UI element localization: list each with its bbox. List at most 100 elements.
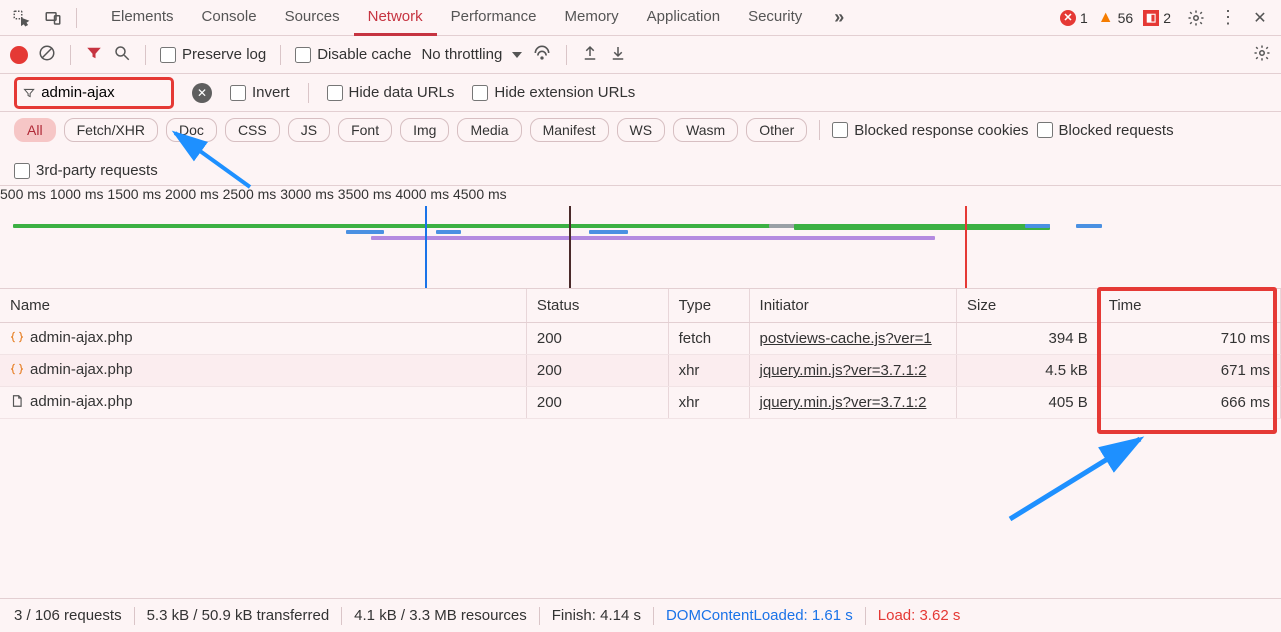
search-icon[interactable]: [113, 44, 131, 65]
col-header-initiator[interactable]: Initiator: [749, 289, 957, 323]
chip-css[interactable]: CSS: [225, 118, 280, 142]
blocked-cookies-input[interactable]: [832, 122, 848, 138]
cell-type: xhr: [668, 387, 749, 419]
invert-checkbox[interactable]: Invert: [230, 84, 290, 101]
download-har-icon[interactable]: [609, 44, 627, 65]
cell-name: admin-ajax.php: [30, 329, 133, 346]
timeline-band: [589, 230, 627, 234]
issues-count-value: 2: [1163, 10, 1171, 26]
preserve-log-input[interactable]: [160, 47, 176, 63]
divider: [76, 8, 77, 28]
chip-js[interactable]: JS: [288, 118, 330, 142]
tab-sources[interactable]: Sources: [271, 0, 354, 36]
disable-cache-checkbox[interactable]: Disable cache: [295, 46, 411, 63]
third-party-label: 3rd-party requests: [36, 162, 158, 179]
blocked-cookies-label: Blocked response cookies: [854, 122, 1028, 139]
col-header-type[interactable]: Type: [668, 289, 749, 323]
cell-time: 671 ms: [1098, 355, 1280, 387]
chip-wasm[interactable]: Wasm: [673, 118, 738, 142]
error-count[interactable]: ✕ 1: [1060, 10, 1088, 26]
col-header-status[interactable]: Status: [526, 289, 668, 323]
chip-all[interactable]: All: [14, 118, 56, 142]
device-mode-icon[interactable]: [38, 3, 68, 33]
requests-table-wrap: Name Status Type Initiator Size Time adm…: [0, 289, 1281, 589]
tab-console[interactable]: Console: [188, 0, 271, 36]
chip-media[interactable]: Media: [457, 118, 521, 142]
throttling-select[interactable]: No throttling: [421, 46, 522, 63]
tab-elements[interactable]: Elements: [97, 0, 188, 36]
tab-application[interactable]: Application: [633, 0, 734, 36]
upload-har-icon[interactable]: [581, 44, 599, 65]
ruler-tick: 1500 ms: [107, 186, 161, 202]
throttling-value: No throttling: [421, 46, 502, 63]
ruler-tick: 4500 ms: [453, 186, 507, 202]
requests-table: Name Status Type Initiator Size Time adm…: [0, 289, 1281, 419]
timeline-chart[interactable]: [0, 206, 1281, 288]
ruler: 500 ms 1000 ms 1500 ms 2000 ms 2500 ms 3…: [0, 186, 1281, 206]
table-row[interactable]: admin-ajax.php 200 xhr jquery.min.js?ver…: [0, 355, 1281, 387]
chip-img[interactable]: Img: [400, 118, 449, 142]
load-marker: [965, 206, 967, 288]
cell-time: 666 ms: [1098, 387, 1280, 419]
sb-requests: 3 / 106 requests: [14, 607, 122, 624]
sb-domcontentloaded: DOMContentLoaded: 1.61 s: [666, 607, 853, 624]
hide-ext-urls-input[interactable]: [472, 85, 488, 101]
col-header-time[interactable]: Time: [1098, 289, 1280, 323]
timeline-band: [794, 224, 1050, 230]
record-button[interactable]: [10, 46, 28, 64]
clear-filter-button[interactable]: ✕: [192, 83, 212, 103]
tab-network[interactable]: Network: [354, 0, 437, 36]
issues-count[interactable]: ◧ 2: [1143, 10, 1171, 26]
inspect-icon[interactable]: [6, 3, 36, 33]
cell-initiator[interactable]: jquery.min.js?ver=3.7.1:2: [760, 394, 927, 411]
table-row[interactable]: admin-ajax.php 200 fetch postviews-cache…: [0, 323, 1281, 355]
sb-transferred: 5.3 kB / 50.9 kB transferred: [147, 607, 330, 624]
cell-initiator[interactable]: jquery.min.js?ver=3.7.1:2: [760, 362, 927, 379]
close-icon[interactable]: ✕: [1245, 3, 1275, 33]
chip-ws[interactable]: WS: [617, 118, 666, 142]
chip-doc[interactable]: Doc: [166, 118, 217, 142]
filter-box[interactable]: [14, 77, 174, 109]
error-count-value: 1: [1080, 10, 1088, 26]
filter-toggle-icon[interactable]: [85, 44, 103, 65]
table-row[interactable]: admin-ajax.php 200 xhr jquery.min.js?ver…: [0, 387, 1281, 419]
blocked-cookies-checkbox[interactable]: Blocked response cookies: [832, 122, 1028, 139]
hide-data-urls-input[interactable]: [327, 85, 343, 101]
selection-marker: [569, 206, 571, 288]
blocked-requests-checkbox[interactable]: Blocked requests: [1037, 122, 1174, 139]
tab-memory[interactable]: Memory: [551, 0, 633, 36]
cell-initiator[interactable]: postviews-cache.js?ver=1: [760, 330, 932, 347]
hide-data-urls-checkbox[interactable]: Hide data URLs: [327, 84, 455, 101]
tab-performance[interactable]: Performance: [437, 0, 551, 36]
third-party-input[interactable]: [14, 163, 30, 179]
more-tabs-icon[interactable]: »: [824, 3, 854, 33]
col-header-name[interactable]: Name: [0, 289, 526, 323]
filter-input[interactable]: [41, 84, 165, 101]
timeline-band: [371, 236, 935, 240]
divider: [341, 607, 342, 625]
col-header-size[interactable]: Size: [957, 289, 1099, 323]
network-settings-icon[interactable]: [1253, 44, 1271, 65]
clear-button[interactable]: [38, 44, 56, 65]
preserve-log-checkbox[interactable]: Preserve log: [160, 46, 266, 63]
cell-status: 200: [526, 387, 668, 419]
chip-font[interactable]: Font: [338, 118, 392, 142]
hide-ext-urls-label: Hide extension URLs: [494, 84, 635, 101]
cell-size: 405 B: [957, 387, 1099, 419]
network-conditions-icon[interactable]: [532, 43, 552, 66]
chip-manifest[interactable]: Manifest: [530, 118, 609, 142]
chip-fetch-xhr[interactable]: Fetch/XHR: [64, 118, 158, 142]
hide-ext-urls-checkbox[interactable]: Hide extension URLs: [472, 84, 635, 101]
invert-label: Invert: [252, 84, 290, 101]
warning-count[interactable]: ▲ 56: [1098, 9, 1133, 27]
settings-icon[interactable]: [1181, 3, 1211, 33]
disable-cache-input[interactable]: [295, 47, 311, 63]
overview-timeline[interactable]: 500 ms 1000 ms 1500 ms 2000 ms 2500 ms 3…: [0, 186, 1281, 289]
blocked-requests-input[interactable]: [1037, 122, 1053, 138]
chip-other[interactable]: Other: [746, 118, 807, 142]
kebab-menu-icon[interactable]: ⋮: [1213, 3, 1243, 33]
json-file-icon: [10, 330, 24, 348]
third-party-checkbox[interactable]: 3rd-party requests: [14, 162, 158, 179]
invert-input[interactable]: [230, 85, 246, 101]
tab-security[interactable]: Security: [734, 0, 816, 36]
